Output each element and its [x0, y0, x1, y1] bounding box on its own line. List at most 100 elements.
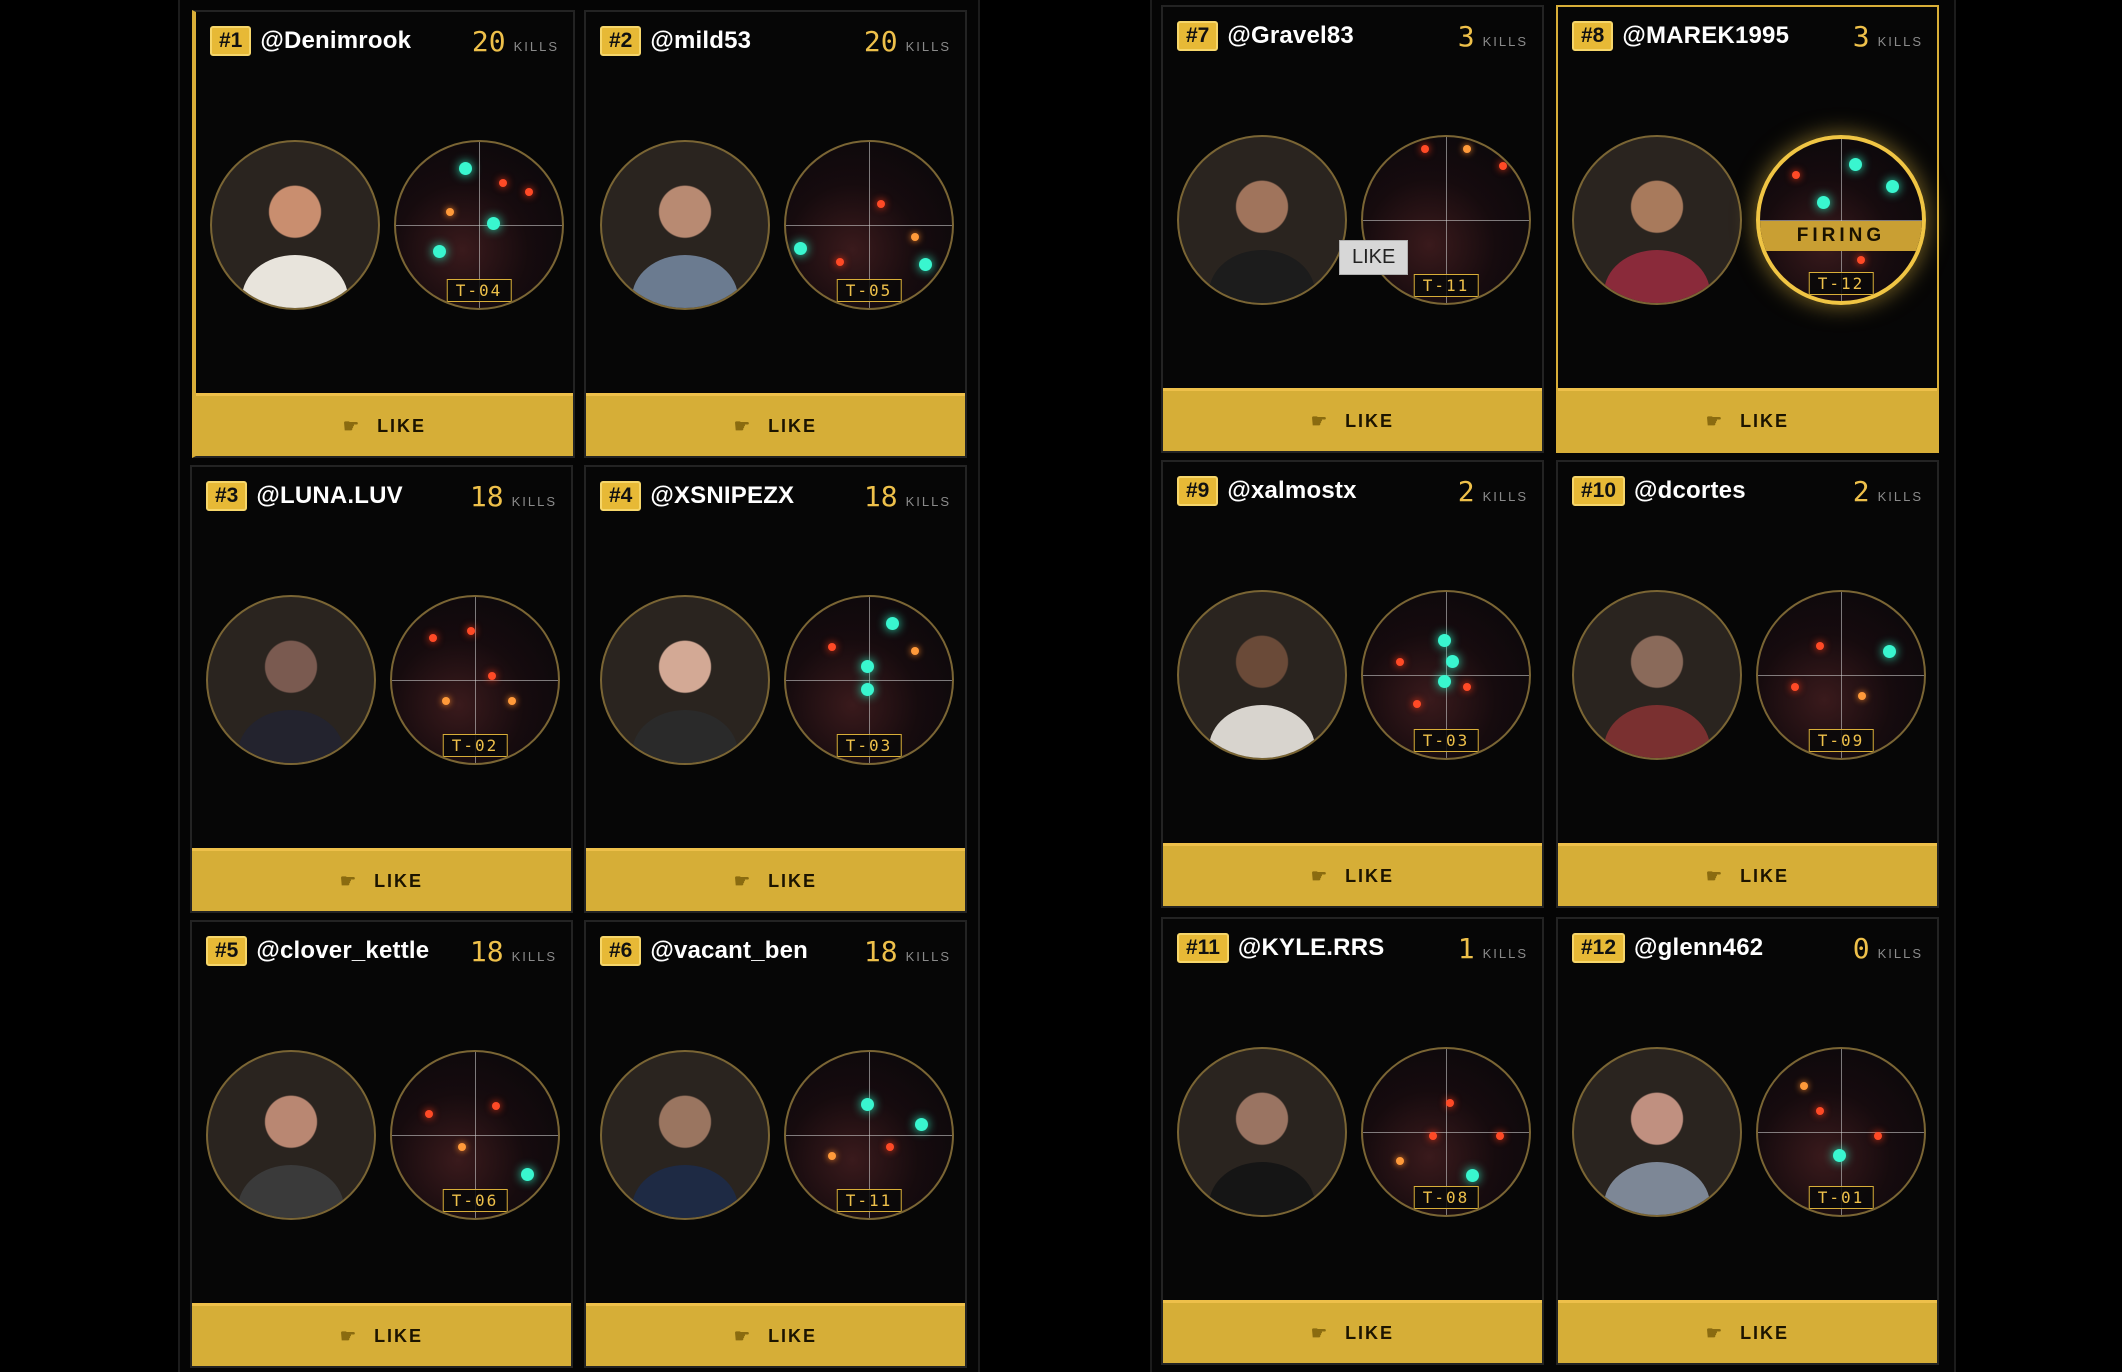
scope-light	[1857, 255, 1866, 264]
like-button[interactable]: ☛ LIKE	[1558, 388, 1937, 451]
player-avatar	[1572, 135, 1742, 305]
thumbs-up-icon: ☛	[1705, 1322, 1725, 1343]
kill-count-label: KILLS	[1482, 33, 1528, 49]
scope-light	[1816, 195, 1830, 209]
player-handle[interactable]: @clover_kettle	[256, 937, 429, 965]
scope-light	[491, 1101, 500, 1110]
scope-view: T-03	[1361, 590, 1531, 760]
player-handle[interactable]: @vacant_ben	[650, 937, 808, 965]
scope-light	[458, 1143, 467, 1152]
scope-light	[1849, 158, 1863, 172]
player-handle[interactable]: @XSNIPEZX	[650, 482, 794, 510]
card-header: #3 @LUNA.LUV 18 KILLS	[206, 479, 557, 513]
card-header: #9 @xalmostx 2 KILLS	[1177, 474, 1528, 508]
player-handle[interactable]: @KYLE.RRS	[1238, 934, 1385, 962]
scope-light	[445, 208, 454, 217]
scope-light	[1462, 683, 1471, 692]
target-tag: T-11	[836, 1189, 902, 1212]
player-card: #12 @glenn462 0 KILLS T-01 ☛ LIKE	[1556, 917, 1939, 1365]
rank-badge: #9	[1177, 476, 1219, 506]
like-button[interactable]: ☛ LIKE	[1163, 388, 1542, 451]
like-button[interactable]: ☛ LIKE	[1558, 843, 1937, 906]
player-card: #1 @Denimrook 20 KILLS T-04 ☛ LIKE	[192, 10, 575, 458]
player-avatar	[210, 140, 380, 310]
scope-light	[508, 696, 517, 705]
thumbs-up-icon: ☛	[339, 870, 359, 891]
player-handle[interactable]: @dcortes	[1634, 477, 1746, 505]
player-avatar	[1572, 590, 1742, 760]
player-avatar	[1177, 590, 1347, 760]
like-button-label: LIKE	[1345, 865, 1395, 886]
scope-light	[1412, 699, 1421, 708]
scope-light	[794, 241, 808, 255]
scope-light	[1421, 145, 1430, 154]
scope-light	[885, 616, 899, 630]
scope-light	[432, 244, 446, 258]
scope-light	[1799, 1082, 1808, 1091]
kill-count-label: KILLS	[513, 38, 559, 54]
player-card: #9 @xalmostx 2 KILLS T-03 ☛ LIKE	[1161, 460, 1544, 908]
target-tag: T-05	[836, 279, 902, 302]
rank-badge: #8	[1572, 21, 1614, 51]
player-handle[interactable]: @mild53	[650, 27, 751, 55]
kill-count-label: KILLS	[1482, 488, 1528, 504]
scope-light	[827, 1151, 836, 1160]
player-handle[interactable]: @MAREK1995	[1622, 22, 1789, 50]
player-card: #6 @vacant_ben 18 KILLS T-11 ☛ LIKE	[584, 920, 967, 1368]
kill-count-value: 2	[1852, 474, 1870, 508]
scope-light	[860, 683, 874, 697]
like-button[interactable]: ☛ LIKE	[1163, 843, 1542, 906]
player-handle[interactable]: @glenn462	[1634, 934, 1763, 962]
like-button[interactable]: ☛ LIKE	[192, 1303, 571, 1366]
thumbs-up-icon: ☛	[1705, 865, 1725, 886]
scope-light	[1465, 1168, 1479, 1182]
like-button[interactable]: ☛ LIKE	[196, 393, 573, 456]
target-tag: T-03	[836, 734, 902, 757]
rank-badge: #4	[600, 481, 642, 511]
like-button[interactable]: ☛ LIKE	[1558, 1300, 1937, 1363]
like-button[interactable]: ☛ LIKE	[1163, 1300, 1542, 1363]
card-header: #6 @vacant_ben 18 KILLS	[600, 934, 951, 968]
like-button-label: LIKE	[1740, 865, 1790, 886]
kill-count: 18 KILLS	[470, 935, 557, 968]
like-button[interactable]: ☛ LIKE	[192, 848, 571, 911]
player-handle[interactable]: @Gravel83	[1227, 22, 1354, 50]
scope-light	[488, 671, 497, 680]
like-button[interactable]: ☛ LIKE	[586, 393, 965, 456]
kill-count-value: 18	[469, 479, 504, 513]
scope-light	[498, 178, 507, 187]
like-button-label: LIKE	[768, 415, 818, 436]
kill-count-label: KILLS	[1877, 33, 1923, 49]
player-handle[interactable]: @Denimrook	[260, 27, 411, 55]
like-button[interactable]: ☛ LIKE	[586, 1303, 965, 1366]
card-header: #8 @MAREK1995 3 KILLS	[1572, 19, 1923, 53]
player-handle[interactable]: @LUNA.LUV	[256, 482, 403, 510]
kill-count: 0 KILLS	[1853, 932, 1923, 965]
scope-light	[910, 646, 919, 655]
scope-light	[1462, 145, 1471, 154]
kill-count: 18 KILLS	[864, 935, 951, 968]
scope-light	[1882, 645, 1896, 659]
scope-light	[1446, 1098, 1454, 1107]
thumbs-up-icon: ☛	[733, 870, 753, 891]
kill-count-label: KILLS	[511, 493, 557, 509]
scope-light	[915, 1118, 929, 1132]
player-avatar	[600, 140, 770, 310]
scope-view: T-04	[394, 140, 564, 310]
kill-count: 20 KILLS	[864, 25, 951, 58]
firing-banner: FIRING	[1760, 221, 1922, 251]
scope-light	[1446, 655, 1459, 669]
kill-count-value: 3	[1852, 19, 1870, 53]
player-handle[interactable]: @xalmostx	[1227, 477, 1356, 505]
card-header: #12 @glenn462 0 KILLS	[1572, 931, 1923, 965]
player-card: #10 @dcortes 2 KILLS T-09 ☛ LIKE	[1556, 460, 1939, 908]
like-button-label: LIKE	[768, 1325, 818, 1346]
like-button-label: LIKE	[374, 1325, 424, 1346]
scope-light	[425, 1110, 434, 1119]
rank-badge: #1	[210, 26, 252, 56]
kill-count-label: KILLS	[1877, 945, 1923, 961]
target-tag: T-12	[1808, 272, 1874, 295]
kill-count-label: KILLS	[905, 493, 951, 509]
like-button[interactable]: ☛ LIKE	[586, 848, 965, 911]
target-tag: T-06	[442, 1189, 508, 1212]
